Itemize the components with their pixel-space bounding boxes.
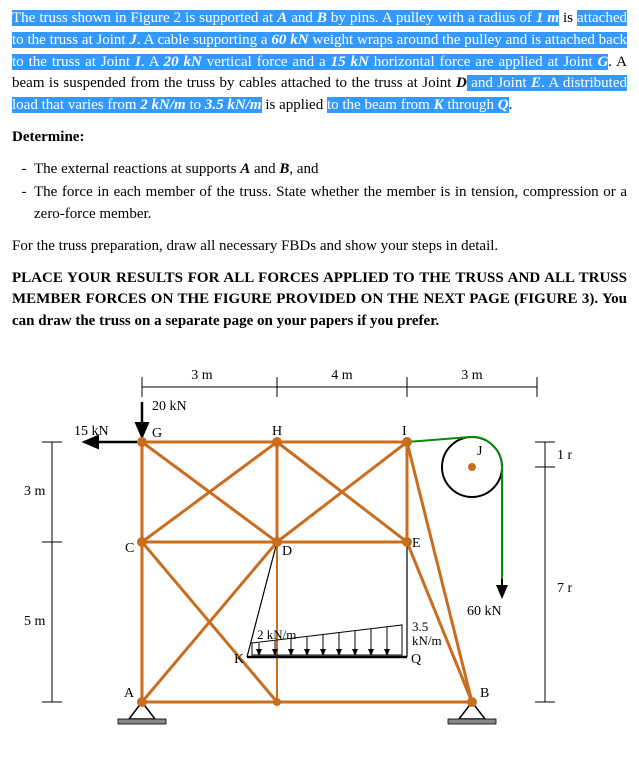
- label-A: A: [124, 686, 135, 701]
- label-H: H: [272, 424, 282, 439]
- truss-members: [142, 442, 472, 702]
- dim-3m-1: 3 m: [191, 368, 213, 383]
- dim-4m: 4 m: [331, 368, 353, 383]
- dist-2knm: 2 kN/m: [257, 627, 296, 642]
- load-20kn: 20 kN: [152, 399, 187, 414]
- dim-3m-left: 3 m: [24, 484, 46, 499]
- cable: [407, 437, 502, 592]
- load-60kn: 60 kN: [467, 604, 502, 619]
- determine-heading: Determine:: [12, 127, 627, 149]
- label-K: K: [234, 652, 244, 667]
- label-G: G: [152, 426, 162, 441]
- list-item: The force in each member of the truss. S…: [34, 182, 627, 226]
- list-item: The external reactions at supports A and…: [34, 159, 627, 181]
- dim-3m-2: 3 m: [461, 368, 483, 383]
- dist-35-unit: kN/m: [412, 633, 442, 648]
- label-B: B: [480, 686, 489, 701]
- label-E: E: [412, 536, 421, 551]
- dim-7m-right: 7 m: [557, 581, 572, 596]
- label-Q: Q: [411, 652, 421, 667]
- results-instruction: PLACE YOUR RESULTS FOR ALL FORCES APPLIE…: [12, 268, 627, 333]
- dim-1m-right: 1 m: [557, 448, 572, 463]
- load-15kn: 15 kN: [74, 424, 109, 439]
- dist-35: 3.5: [412, 619, 428, 634]
- label-I: I: [402, 424, 407, 439]
- truss-figure: 3 m 4 m 3 m 3 m 5 m 1 m 7 m: [12, 347, 572, 735]
- label-D: D: [282, 544, 292, 559]
- determine-list: The external reactions at supports A and…: [34, 159, 627, 226]
- label-C: C: [125, 541, 134, 556]
- label-J: J: [477, 444, 483, 459]
- problem-paragraph: The truss shown in Figure 2 is supported…: [12, 8, 627, 117]
- dim-5m-left: 5 m: [24, 614, 46, 629]
- fbd-instruction: For the truss preparation, draw all nece…: [12, 236, 627, 258]
